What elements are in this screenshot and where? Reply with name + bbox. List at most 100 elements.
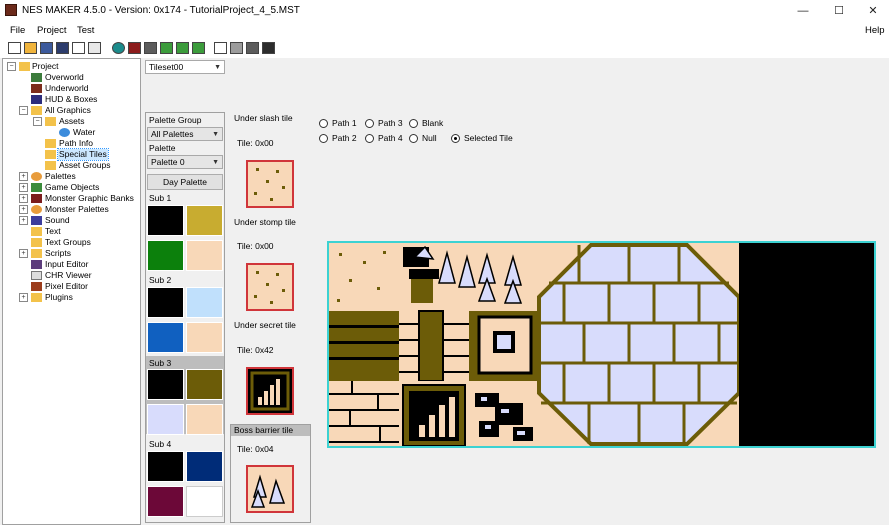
under-stomp-tile[interactable] [246, 263, 294, 311]
palette-group-select[interactable]: All Palettes ▼ [147, 127, 223, 141]
new-file-icon[interactable] [8, 42, 21, 54]
map-icon [31, 84, 42, 93]
play-icon[interactable] [192, 42, 205, 54]
tree-label: Plugins [45, 292, 73, 302]
book-icon[interactable] [262, 42, 275, 54]
menu-project[interactable]: Project [37, 25, 67, 36]
tileset-select[interactable]: Tileset00 ▼ [145, 60, 225, 74]
radio-blank[interactable] [409, 119, 418, 128]
save-icon[interactable] [40, 42, 53, 54]
sub3-label: Sub 3 [149, 358, 172, 368]
title-bar: NES MAKER 4.5.0 - Version: 0x174 - Tutor… [0, 0, 889, 22]
sub1-color-3[interactable] [186, 240, 223, 271]
run-icon[interactable] [176, 42, 189, 54]
sub3-color-0[interactable] [147, 369, 184, 400]
radio-path2[interactable] [319, 134, 328, 143]
chr-icon[interactable] [230, 42, 243, 54]
close-button[interactable]: ✕ [856, 0, 889, 22]
expand-icon[interactable]: + [19, 216, 28, 225]
expand-icon[interactable]: + [19, 194, 28, 203]
tree-label: Game Objects [45, 182, 100, 192]
collapse-icon[interactable]: − [33, 117, 42, 126]
palette-select[interactable]: Palette 0 ▼ [147, 155, 223, 169]
palette-icon [31, 205, 42, 214]
radio-null[interactable] [409, 134, 418, 143]
menu-file[interactable]: File [10, 25, 25, 36]
chevron-down-icon: ▼ [214, 64, 221, 71]
tree-label: Text Groups [45, 237, 91, 247]
radio-selected-tile-label: Selected Tile [464, 133, 513, 143]
monitor-icon [31, 271, 42, 280]
palette-label: Palette [149, 143, 176, 153]
palette-icon [31, 172, 42, 181]
folder-icon [31, 106, 42, 115]
menu-help[interactable]: Help [865, 25, 885, 36]
expand-icon[interactable]: + [19, 249, 28, 258]
tileset-canvas[interactable] [327, 241, 876, 448]
print-icon[interactable] [88, 42, 101, 54]
sub2-color-3[interactable] [186, 322, 223, 353]
gear-icon[interactable] [144, 42, 157, 54]
sub1-color-1[interactable] [186, 205, 223, 236]
under-stomp-label: Under stomp tile [234, 217, 296, 227]
folder-icon [31, 249, 42, 258]
radio-path1[interactable] [319, 119, 328, 128]
open-folder-icon[interactable] [24, 42, 37, 54]
controller-icon [31, 260, 42, 269]
palette-group-label: Palette Group [149, 115, 202, 125]
sub1-color-0[interactable] [147, 205, 184, 236]
sub4-color-2[interactable] [147, 486, 184, 517]
folder-icon [45, 150, 56, 159]
sub4-color-1[interactable] [186, 451, 223, 482]
build-icon[interactable] [160, 42, 173, 54]
pencil-icon [31, 282, 42, 291]
expand-icon[interactable]: + [19, 293, 28, 302]
project-tree[interactable]: − Project Overworld Underworld HUD & Box… [2, 58, 141, 525]
monitor-icon[interactable] [214, 42, 227, 54]
document-icon[interactable] [72, 42, 85, 54]
folder-icon [45, 139, 56, 148]
tree-label: Project [32, 61, 59, 71]
under-stomp-tile-id: Tile: 0x00 [237, 241, 274, 251]
palette-group-value: All Palettes [151, 129, 194, 139]
globe-icon[interactable] [112, 42, 125, 54]
radio-path4[interactable] [365, 134, 374, 143]
hud-icon[interactable] [128, 42, 141, 54]
folder-icon [31, 227, 42, 236]
sub3-color-1[interactable] [186, 369, 223, 400]
radio-null-label: Null [422, 133, 437, 143]
expand-icon[interactable]: + [19, 205, 28, 214]
sub4-color-3[interactable] [186, 486, 223, 517]
palette-value: Palette 0 [151, 157, 185, 167]
expand-icon[interactable]: + [19, 183, 28, 192]
radio-path3[interactable] [365, 119, 374, 128]
under-secret-tile[interactable] [246, 367, 294, 415]
sub2-color-1[interactable] [186, 287, 223, 318]
sub3-color-2[interactable] [147, 404, 184, 435]
sub3-color-3[interactable] [186, 404, 223, 435]
chevron-down-icon: ▼ [212, 131, 219, 138]
minimize-button[interactable]: — [786, 0, 820, 22]
expand-icon[interactable]: + [19, 172, 28, 181]
sub4-color-0[interactable] [147, 451, 184, 482]
disk-icon[interactable] [246, 42, 259, 54]
boss-barrier-tile[interactable] [246, 465, 294, 513]
under-slash-tile-id: Tile: 0x00 [237, 138, 274, 148]
maximize-button[interactable]: ☐ [822, 0, 856, 22]
under-slash-tile[interactable] [246, 160, 294, 208]
sub1-color-2[interactable] [147, 240, 184, 271]
collapse-icon[interactable]: − [7, 62, 16, 71]
sub2-color-2[interactable] [147, 322, 184, 353]
menu-test[interactable]: Test [77, 25, 94, 36]
hud-icon [31, 95, 42, 104]
day-palette-button[interactable]: Day Palette [147, 174, 223, 190]
collapse-icon[interactable]: − [19, 106, 28, 115]
tree-label: Palettes [45, 171, 76, 181]
save-all-icon[interactable] [56, 42, 69, 54]
radio-selected-tile[interactable] [451, 134, 460, 143]
window-title: NES MAKER 4.5.0 - Version: 0x174 - Tutor… [22, 5, 300, 16]
folder-icon [45, 117, 56, 126]
folder-icon [31, 238, 42, 247]
folder-icon [19, 62, 30, 71]
sub2-color-0[interactable] [147, 287, 184, 318]
